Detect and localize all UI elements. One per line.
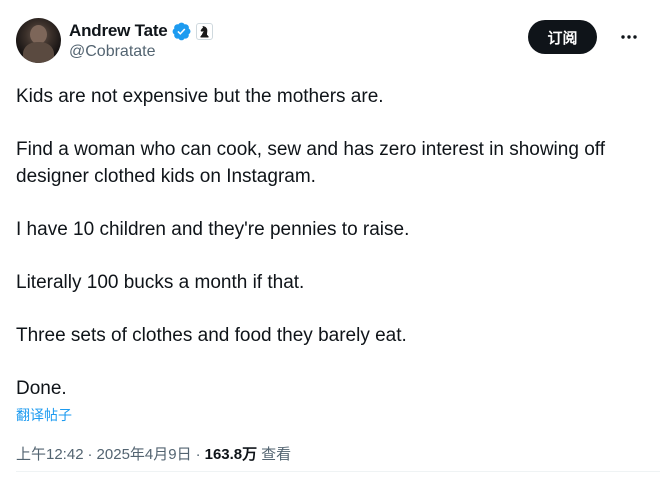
views-count[interactable]: 163.8万 — [205, 445, 258, 465]
chess-knight-icon[interactable] — [195, 22, 213, 40]
meta-separator: · — [195, 446, 201, 463]
tweet-text: Kids are not expensive but the mothers a… — [16, 84, 631, 402]
tweet-card: Andrew Tate @Cobratate 订阅 Kids are not e… — [0, 0, 660, 478]
post-time[interactable]: 上午12:42 — [16, 445, 84, 465]
name-row: Andrew Tate — [69, 20, 213, 42]
post-date[interactable]: 2025年4月9日 — [97, 445, 192, 465]
tweet-paragraph: Done. — [16, 377, 67, 399]
meta-separator: · — [87, 446, 93, 463]
more-options-button[interactable] — [614, 20, 644, 54]
author-info: Andrew Tate @Cobratate — [69, 20, 213, 62]
more-dots-icon — [621, 35, 637, 39]
tweet-paragraph: Literally 100 bucks a month if that. — [16, 271, 305, 293]
views-label[interactable]: 查看 — [261, 445, 291, 465]
verified-badge-icon[interactable] — [172, 22, 191, 41]
tweet-header: Andrew Tate @Cobratate 订阅 — [16, 17, 644, 65]
author-display-name[interactable]: Andrew Tate — [69, 21, 168, 41]
tweet-paragraph: I have 10 children and they're pennies t… — [16, 218, 410, 240]
translate-post-link[interactable]: 翻译帖子 — [16, 406, 644, 424]
subscribe-button[interactable]: 订阅 — [528, 20, 597, 54]
tweet-paragraph: Find a woman who can cook, sew and has z… — [16, 139, 605, 187]
tweet-paragraph: Kids are not expensive but the mothers a… — [16, 86, 384, 107]
divider — [16, 471, 660, 472]
avatar[interactable] — [16, 18, 61, 63]
author-handle[interactable]: @Cobratate — [69, 42, 213, 62]
tweet-metadata: 上午12:42 · 2025年4月9日 · 163.8万 查看 — [16, 445, 644, 465]
tweet-paragraph: Three sets of clothes and food they bare… — [16, 324, 407, 346]
